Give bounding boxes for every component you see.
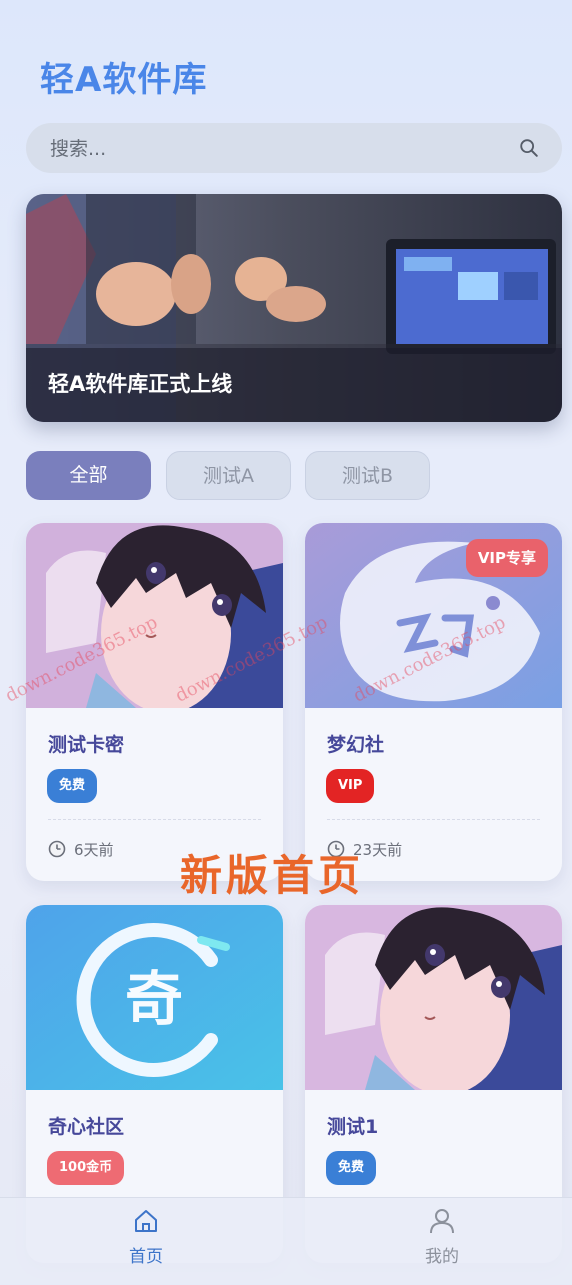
- nav-profile-label: 我的: [425, 1247, 459, 1267]
- search-input[interactable]: [48, 123, 492, 175]
- nav-home[interactable]: 首页: [86, 1198, 206, 1285]
- user-icon: [430, 1209, 454, 1234]
- price-badge: 100金币: [47, 1151, 125, 1185]
- card-thumbnail: 奇: [26, 905, 283, 1090]
- app-card[interactable]: VIP专享 梦幻社 VIP 23天前: [305, 523, 562, 881]
- tab-test-b[interactable]: 测试B: [305, 451, 430, 500]
- home-icon: [135, 1210, 157, 1232]
- card-time-text: 6天前: [74, 841, 114, 859]
- price-badge: VIP: [326, 769, 375, 803]
- card-title: 梦幻社: [327, 734, 385, 756]
- card-title: 测试卡密: [48, 734, 125, 756]
- divider: [327, 819, 540, 820]
- card-time: 6天前: [48, 839, 114, 860]
- tab-all[interactable]: 全部: [26, 451, 151, 500]
- vip-exclusive-tag: VIP专享: [465, 539, 548, 577]
- price-badge: 免费: [47, 769, 98, 803]
- banner-caption: 轻A软件库正式上线: [26, 348, 562, 422]
- nav-home-label: 首页: [129, 1247, 163, 1267]
- banner-title: 轻A软件库正式上线: [48, 372, 233, 396]
- clock-icon: [48, 840, 66, 858]
- banner-carousel[interactable]: 轻A软件库正式上线: [26, 194, 562, 422]
- bottom-nav: 首页 我的: [0, 1197, 572, 1285]
- app-card[interactable]: 测试卡密 免费 6天前: [26, 523, 283, 881]
- tab-test-a[interactable]: 测试A: [166, 451, 291, 500]
- card-title: 测试1: [327, 1116, 379, 1138]
- price-badge: 免费: [326, 1151, 377, 1185]
- search-bar[interactable]: [26, 123, 562, 175]
- card-thumbnail: [305, 905, 562, 1090]
- promo-overlay-text: 新版首页: [180, 851, 365, 900]
- search-icon[interactable]: [518, 137, 540, 159]
- divider: [48, 819, 261, 820]
- nav-profile[interactable]: 我的: [382, 1198, 502, 1285]
- card-title: 奇心社区: [48, 1116, 125, 1138]
- app-title: 轻A软件库: [40, 60, 208, 100]
- svg-text:奇: 奇: [125, 965, 183, 1033]
- card-thumbnail: [26, 523, 283, 708]
